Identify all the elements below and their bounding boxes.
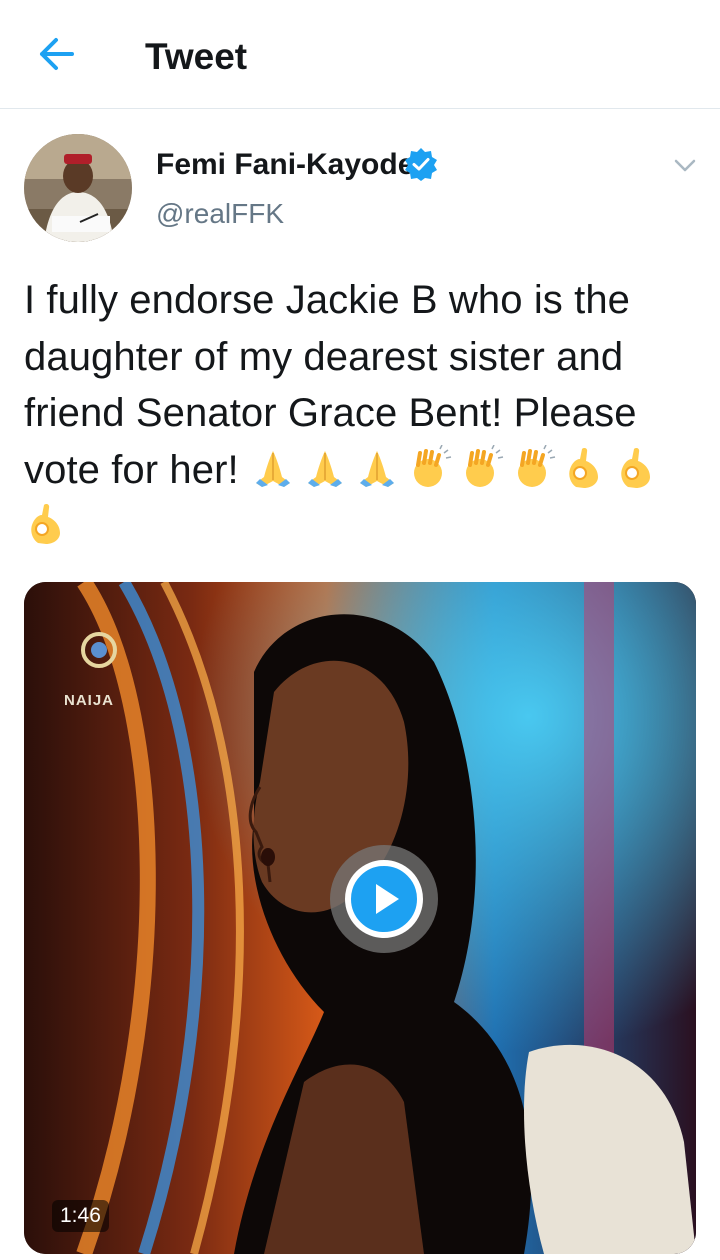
page-title: Tweet	[145, 36, 248, 77]
video-player[interactable]: NAIJA 1:46	[24, 582, 696, 1254]
folded-hands-icon	[354, 445, 400, 491]
author-handle[interactable]: @realFFK	[156, 198, 284, 230]
clapping-hands-icon	[510, 444, 556, 491]
avatar[interactable]	[24, 134, 132, 242]
clapping-hands-icon	[458, 444, 504, 491]
ok-hand-icon	[614, 445, 660, 491]
ok-hand-icon	[24, 501, 70, 547]
folded-hands-icon	[302, 445, 348, 491]
verified-badge-icon	[405, 148, 437, 181]
tweet-text-block: I fully endorse Jackie B who is the daug…	[24, 272, 700, 555]
play-button[interactable]	[329, 844, 439, 954]
video-watermark: NAIJA	[64, 692, 115, 709]
clapping-hands-icon	[406, 444, 452, 491]
back-button[interactable]	[34, 34, 78, 74]
play-icon	[330, 845, 438, 953]
arrow-left-icon	[40, 38, 74, 70]
top-bar: Tweet	[0, 0, 720, 109]
chevron-down-icon[interactable]	[670, 150, 700, 180]
ok-hand-icon	[562, 445, 608, 491]
author-name[interactable]: Femi Fani-Kayode	[156, 148, 414, 182]
video-duration: 1:46	[52, 1200, 109, 1232]
folded-hands-icon	[250, 445, 296, 491]
